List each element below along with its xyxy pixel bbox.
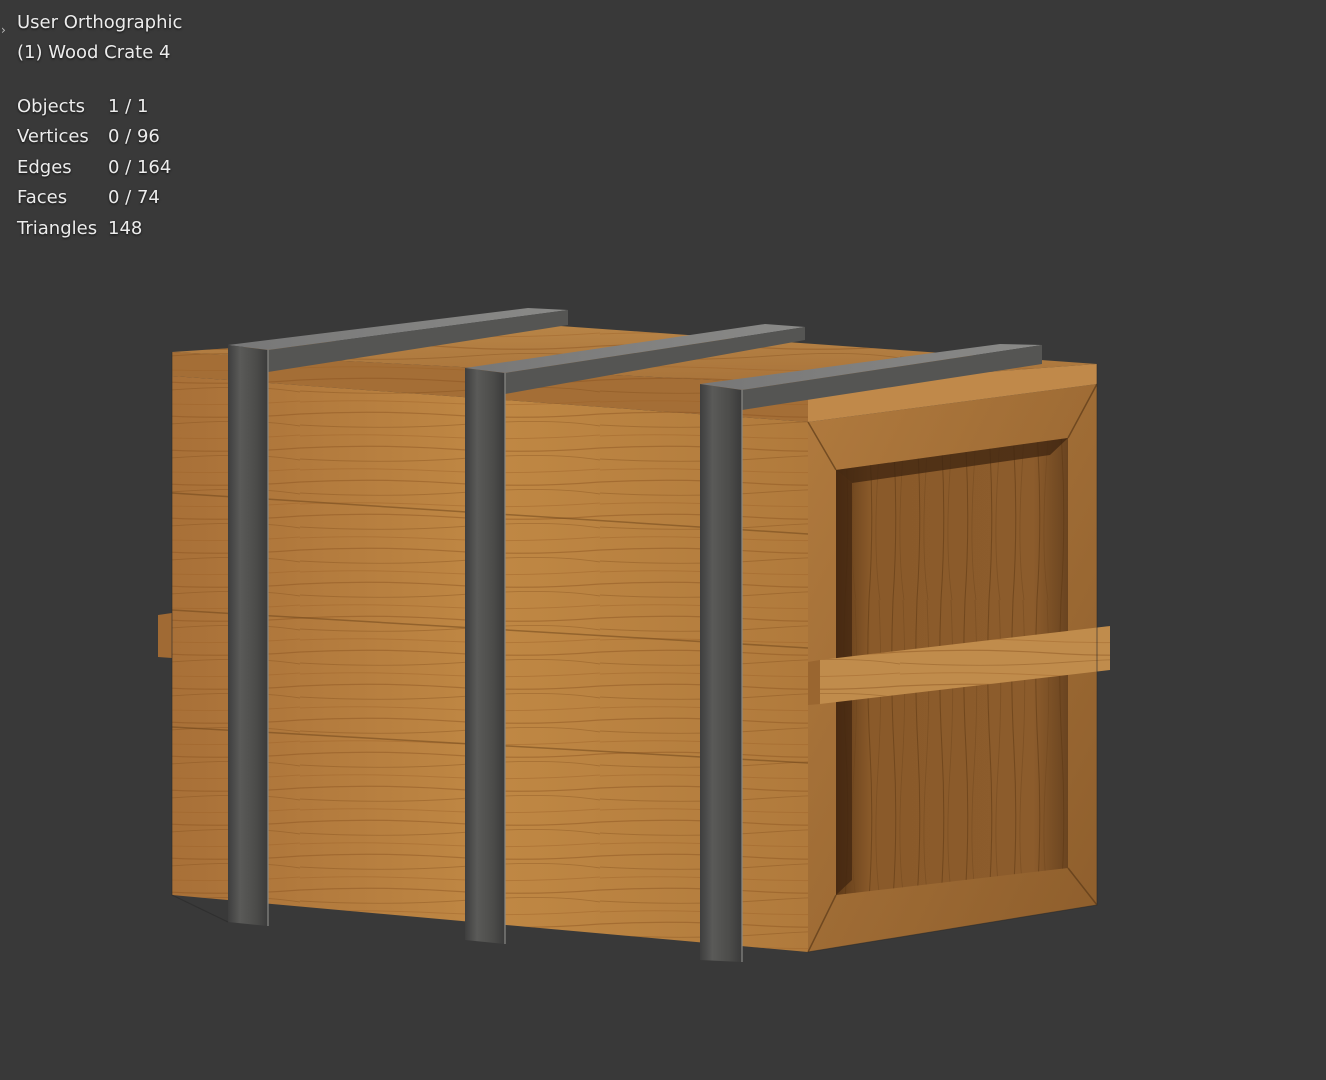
stat-row-vertices: Vertices 0 / 96 (17, 122, 171, 153)
scene-statistics: Objects 1 / 1 Vertices 0 / 96 Edges 0 / … (17, 91, 171, 244)
stat-label: Objects (17, 95, 86, 117)
active-object-label: (1) Wood Crate 4 (17, 42, 171, 63)
stat-row-triangles: Triangles 148 (17, 213, 171, 244)
stat-row-edges: Edges 0 / 164 (17, 152, 171, 183)
stat-value: 148 (108, 217, 143, 239)
stat-row-objects: Objects 1 / 1 (17, 91, 171, 122)
chevron-right-icon[interactable]: › (1, 23, 11, 37)
stat-value: 1 / 1 (108, 95, 149, 117)
stat-label: Vertices (17, 126, 89, 148)
stat-value: 0 / 164 (108, 156, 172, 178)
stat-row-faces: Faces 0 / 74 (17, 183, 171, 214)
view-name-label: User Orthographic (17, 12, 183, 33)
3d-viewport[interactable]: › User Orthographic (1) Wood Crate 4 Obj… (0, 0, 1326, 1080)
stat-value: 0 / 74 (108, 187, 160, 209)
stat-value: 0 / 96 (108, 126, 160, 148)
stat-label: Edges (17, 156, 72, 178)
stat-label: Faces (17, 187, 68, 209)
wood-crate-model[interactable] (0, 0, 1326, 1080)
stat-label: Triangles (17, 217, 98, 239)
